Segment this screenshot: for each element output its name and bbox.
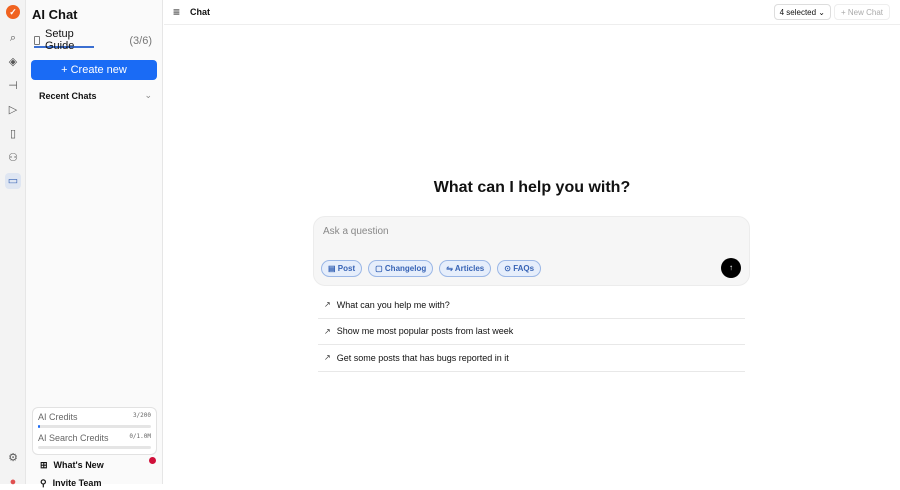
main-area: ≡ Chat 4 selected ⌄ + New Chat What can … [164,0,900,484]
page-title: Chat [190,7,211,17]
trending-icon: ↗ [324,300,331,310]
suggestion-text: Show me most popular posts from last wee… [336,326,514,337]
chip-faqs[interactable]: ⊙ FAQs [497,260,542,277]
selected-dropdown[interactable]: 4 selected ⌄ [773,4,831,20]
credit-bar [38,425,151,428]
book-icon[interactable]: ▯ [5,126,21,142]
credit-value: 0/1.0M [129,433,151,440]
credit-value: 3/200 [132,412,151,419]
question-box: Ask a question ▤ Post ▢ Changelog ⇋ Arti… [313,216,750,286]
credit-label: AI Credits [38,412,78,422]
heading: What can I help you with? [433,179,631,196]
chip-label: Changelog [384,264,427,273]
chip-label: FAQs [513,264,535,273]
notification-dot [149,457,156,464]
icon-rail: ✓ ⌕ ◈ ⊣ ▷ ▯ ⚇ ▭ ⚙ ● [0,0,26,488]
create-new-button[interactable]: + Create new [31,60,157,80]
trending-icon: ↗ [324,353,331,363]
layers-icon[interactable]: ◈ [5,54,21,70]
sidebar: AI Chat Setup Guide (3/6) + Create new R… [26,0,163,488]
suggestion-item[interactable]: ↗ Get some posts that has bugs reported i… [318,345,745,372]
credit-bar [38,446,151,449]
settings-icon[interactable]: ⚙ [5,450,21,466]
setup-count: (3/6) [129,35,152,47]
chip-label: Articles [454,264,485,273]
suggestion-text: Get some posts that has bugs reported in… [336,352,509,363]
question-input[interactable]: Ask a question [323,226,389,237]
search-icon[interactable]: ⌕ [5,30,21,46]
app-title: AI Chat [32,7,78,22]
roadmap-icon[interactable]: ▷ [5,102,21,118]
menu-icon[interactable]: ≡ [173,5,180,19]
avatar[interactable]: ● [5,474,21,490]
chip-label: Post [337,264,356,273]
selected-label: 4 selected [779,8,817,17]
new-chat-button[interactable]: + New Chat [833,4,890,20]
checkbox-icon [34,35,40,45]
suggestion-text: What can you help me with? [336,299,450,310]
whats-new-link[interactable]: ⊞ What's New [40,460,104,471]
gift-icon: ⊞ [40,460,48,470]
suggestion-item[interactable]: ↗ What can you help me with? [318,292,745,319]
suggestions: ↗ What can you help me with? ↗ Show me mos… [318,292,745,372]
chat-icon[interactable]: ▭ [5,173,21,189]
users-icon[interactable]: ⚇ [5,150,21,166]
send-button[interactable]: ↑ [721,258,741,278]
chip-post[interactable]: ▤ Post [321,260,363,277]
recent-chats-header[interactable]: Recent Chats [39,91,97,101]
chevron-down-icon: ⌄ [818,8,825,17]
chip-changelog[interactable]: ▢ Changelog [368,260,434,277]
chevron-down-icon[interactable]: ⌄ [144,90,152,101]
app-logo[interactable]: ✓ [6,5,20,19]
suggestion-item[interactable]: ↗ Show me most popular posts from last we… [318,319,745,345]
trending-icon: ↗ [324,326,331,336]
signpost-icon[interactable]: ⊣ [5,78,21,94]
setup-guide-tab[interactable]: Setup Guide [34,28,94,52]
credit-label: AI Search Credits [38,433,109,443]
chip-articles[interactable]: ⇋ Articles [439,260,492,277]
whats-new-label: What's New [53,460,104,470]
credits-panel: AI Credits 3/200 AI Search Credits 0/1.0M [32,407,157,455]
setup-guide-label: Setup Guide [45,28,75,52]
